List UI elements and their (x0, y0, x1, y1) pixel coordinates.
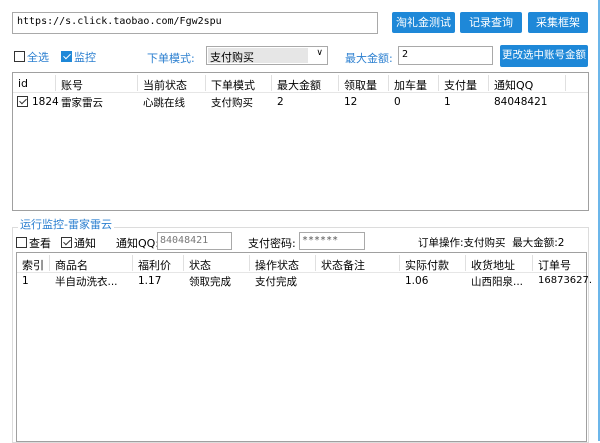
collect-frame-button[interactable]: 采集框架 (528, 12, 588, 33)
mode-label: 下单模式: (147, 52, 195, 65)
col-mode[interactable]: 下单模式 (211, 77, 255, 93)
col-price[interactable]: 福利价 (138, 257, 171, 273)
mode-select-value: 支付购买 (210, 51, 254, 64)
pay-password-label-text: 支付密码: (248, 237, 296, 250)
monitor-group-title: 运行监控-雷家雷云 (18, 216, 114, 232)
orders-header: 索引 商品名 福利价 状态 操作状态 状态备注 实际付款 收货地址 订单号 (17, 253, 586, 273)
col-index[interactable]: 索引 (22, 257, 44, 273)
col-id[interactable]: id (18, 77, 28, 90)
view-label: 查看 (29, 237, 51, 250)
table-row[interactable]: 1 半自动洗衣... 1.17 领取完成 支付完成 1.06 山西阳泉... 1… (17, 273, 592, 289)
accounts-table: id 账号 当前状态 下单模式 最大金额 领取量 加车量 支付量 通知QQ 18… (12, 72, 589, 211)
cell-max: 2 (277, 96, 284, 108)
cell-address: 山西阳泉... (471, 276, 524, 288)
col-note[interactable]: 状态备注 (321, 257, 365, 273)
table-row[interactable]: 1824 雷家雷云 心跳在线 支付购买 2 12 0 1 84048421 (13, 94, 588, 110)
cell-id: 1824 (32, 96, 59, 108)
qq-input[interactable]: 84048421 (157, 232, 232, 250)
mode-select[interactable]: 支付购买 ∨ (206, 46, 328, 65)
cell-index: 1 (22, 275, 29, 287)
col-status[interactable]: 当前状态 (143, 77, 187, 93)
col-op-state[interactable]: 操作状态 (255, 257, 299, 273)
cell-cart: 0 (394, 96, 401, 108)
col-received[interactable]: 领取量 (344, 77, 377, 93)
cell-qq: 84048421 (494, 96, 548, 108)
record-query-button[interactable]: 记录查询 (460, 12, 522, 33)
taolijin-test-button[interactable]: 淘礼金测试 (392, 12, 455, 33)
col-account[interactable]: 账号 (61, 77, 83, 93)
col-cart[interactable]: 加车量 (394, 77, 427, 93)
cell-account: 雷家雷云 (61, 97, 103, 109)
row-checkbox[interactable] (17, 96, 28, 107)
col-product[interactable]: 商品名 (55, 257, 88, 273)
cell-received: 12 (344, 96, 358, 108)
qq-label: 通知QQ: (116, 237, 160, 250)
cell-order-no: 16873627. (538, 275, 593, 286)
change-amount-button[interactable]: 更改选中账号金额 (500, 45, 588, 67)
cell-status: 心跳在线 (143, 97, 185, 109)
order-info: 订单操作:支付购买 最大金额:2 (418, 237, 565, 249)
col-address[interactable]: 收货地址 (471, 257, 515, 273)
notify-label: 通知 (74, 237, 96, 250)
monitor-checkbox[interactable]: 监控 (61, 49, 96, 65)
monitor-label: 监控 (74, 51, 96, 64)
chevron-down-icon: ∨ (316, 48, 323, 58)
cell-price: 1.17 (138, 275, 162, 287)
view-checkbox[interactable]: 查看 (16, 235, 51, 251)
select-all-label: 全选 (27, 51, 49, 64)
checkbox-icon (14, 51, 25, 62)
col-state[interactable]: 状态 (189, 257, 211, 273)
col-paid-amount[interactable]: 实际付款 (405, 257, 449, 273)
max-amount-label: 最大金额: (345, 52, 393, 65)
pay-password-input[interactable]: ****** (299, 232, 365, 250)
col-order-no[interactable]: 订单号 (538, 257, 571, 273)
accounts-header: id 账号 当前状态 下单模式 最大金额 领取量 加车量 支付量 通知QQ (13, 73, 588, 93)
checkbox-checked-icon (61, 237, 72, 248)
orders-table: 索引 商品名 福利价 状态 操作状态 状态备注 实际付款 收货地址 订单号 1 … (16, 252, 592, 442)
col-paid[interactable]: 支付量 (444, 77, 477, 93)
cell-product: 半自动洗衣... (55, 276, 118, 288)
notify-checkbox[interactable]: 通知 (61, 235, 96, 251)
cell-paid: 1 (444, 96, 451, 108)
checkbox-icon (16, 237, 27, 248)
url-input[interactable]: https://s.click.taobao.com/Fgw2spu (12, 12, 378, 34)
select-all-checkbox[interactable]: 全选 (14, 49, 49, 65)
cell-paid-amount: 1.06 (405, 275, 429, 287)
cell-op-state: 支付完成 (255, 276, 297, 288)
cell-mode: 支付购买 (211, 97, 253, 109)
col-qq[interactable]: 通知QQ (494, 77, 533, 93)
max-amount-input[interactable]: 2 (398, 46, 493, 65)
cell-state: 领取完成 (189, 276, 231, 288)
col-max[interactable]: 最大金额 (277, 77, 321, 93)
checkbox-checked-icon (61, 51, 72, 62)
